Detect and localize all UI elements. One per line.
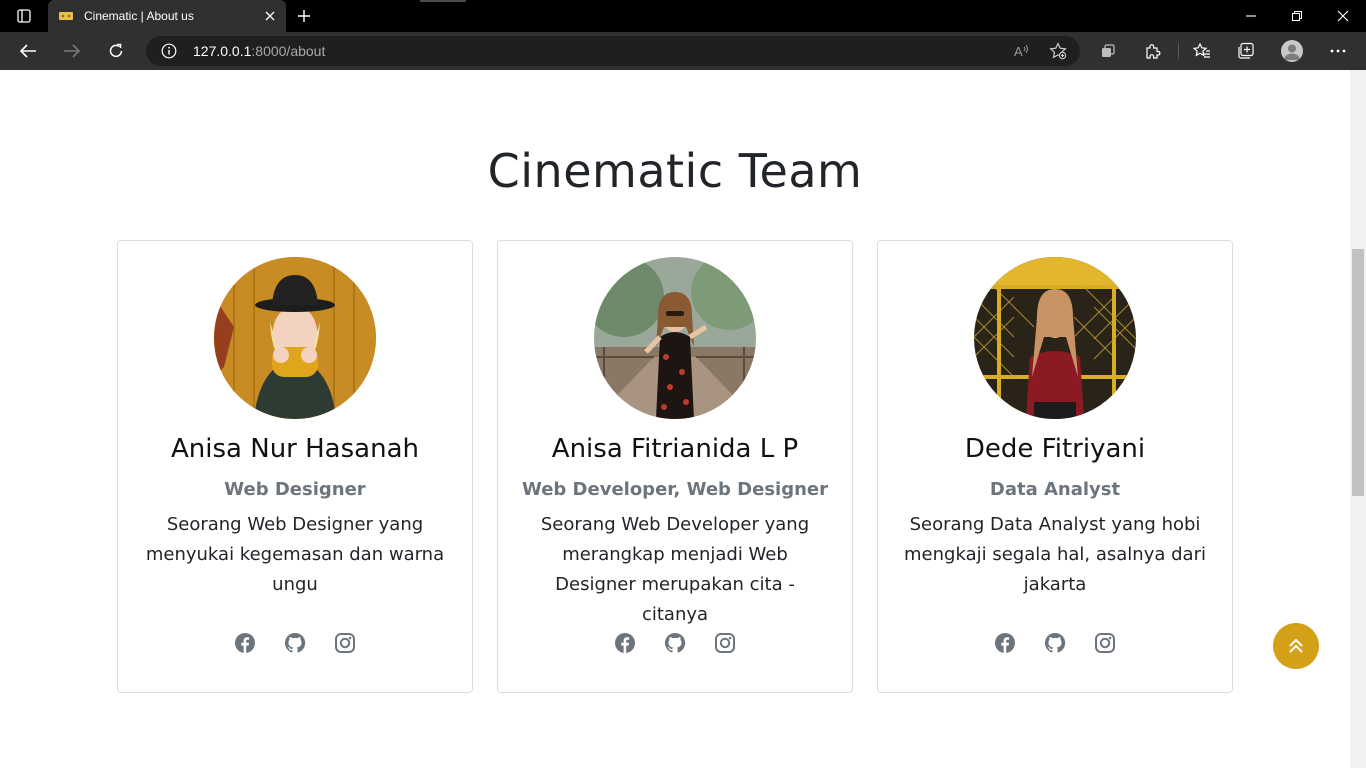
- team-card: Dede Fitriyani Data Analyst Seorang Data…: [877, 240, 1233, 693]
- github-icon[interactable]: [664, 632, 686, 654]
- team-member-role: Web Designer: [224, 479, 366, 500]
- address-bar[interactable]: 127.0.0.1:8000/about A: [146, 36, 1080, 66]
- favorite-star-icon[interactable]: [1048, 41, 1068, 61]
- facebook-icon[interactable]: [234, 632, 256, 654]
- add-collection-icon[interactable]: [1232, 37, 1260, 65]
- instagram-icon[interactable]: [714, 632, 736, 654]
- instagram-icon[interactable]: [1094, 632, 1116, 654]
- collections-icon[interactable]: [1094, 37, 1122, 65]
- facebook-icon[interactable]: [994, 632, 1016, 654]
- scrollbar-thumb[interactable]: [1352, 249, 1364, 496]
- browser-tab-bar: Cinematic | About us: [0, 0, 1366, 32]
- team-card: Anisa Nur Hasanah Web Designer Seorang W…: [117, 240, 473, 693]
- tab-title: Cinematic | About us: [84, 9, 194, 23]
- ticket-favicon-icon: [58, 8, 74, 24]
- team-member-description: Seorang Web Developer yang merangkap men…: [540, 514, 810, 625]
- team-member-role: Data Analyst: [989, 479, 1121, 500]
- minimize-icon[interactable]: [1236, 0, 1266, 32]
- instagram-icon[interactable]: [334, 632, 356, 654]
- scroll-to-top-button[interactable]: [1273, 623, 1319, 669]
- social-links: [498, 632, 852, 654]
- team-member-photo: [594, 257, 756, 419]
- team-member-description: Seorang Data Analyst yang hobi mengkaji …: [904, 514, 1206, 595]
- team-member-role: Web Developer, Web Designer: [521, 479, 829, 500]
- restore-icon[interactable]: [1282, 0, 1312, 32]
- back-icon[interactable]: [14, 37, 42, 65]
- team-member-name: Anisa Nur Hasanah: [171, 434, 419, 464]
- new-tab-icon[interactable]: [292, 4, 316, 28]
- github-icon[interactable]: [284, 632, 306, 654]
- social-links: [878, 632, 1232, 654]
- github-icon[interactable]: [1044, 632, 1066, 654]
- team-member-name: Dede Fitriyani: [964, 434, 1146, 464]
- tab-actions-icon[interactable]: [12, 0, 36, 32]
- profile-avatar-icon[interactable]: [1281, 40, 1303, 62]
- url-host: 127.0.0.1: [193, 43, 252, 59]
- close-window-icon[interactable]: [1328, 0, 1358, 32]
- page-viewport: Cinematic Team Anisa Nur Hasanah Web Des…: [0, 70, 1350, 768]
- facebook-icon[interactable]: [614, 632, 636, 654]
- team-member-name: Anisa Fitrianida L P: [551, 434, 799, 464]
- social-links: [118, 632, 472, 654]
- svg-text:A: A: [1014, 44, 1023, 59]
- url-path: :8000/about: [251, 43, 326, 59]
- toolbar-separator: [1178, 43, 1179, 59]
- refresh-icon[interactable]: [102, 37, 130, 65]
- forward-icon[interactable]: [58, 37, 86, 65]
- url-text[interactable]: 127.0.0.1:8000/about: [193, 43, 325, 59]
- more-menu-icon[interactable]: [1324, 37, 1352, 65]
- page-title: Cinematic Team: [487, 144, 863, 198]
- favorites-icon[interactable]: [1188, 37, 1216, 65]
- team-card: Anisa Fitrianida L P Web Developer, Web …: [497, 240, 853, 693]
- team-member-photo: [974, 257, 1136, 419]
- double-chevron-up-icon: [1289, 638, 1303, 653]
- browser-toolbar: 127.0.0.1:8000/about A: [0, 32, 1366, 70]
- site-info-icon[interactable]: [160, 42, 178, 60]
- team-member-photo: [214, 257, 376, 419]
- team-member-description: Seorang Web Designer yang menyukai kegem…: [145, 514, 445, 595]
- close-tab-icon[interactable]: [262, 8, 278, 24]
- window-drag-handle: [420, 0, 466, 2]
- extensions-icon[interactable]: [1139, 37, 1167, 65]
- browser-tab-active[interactable]: Cinematic | About us: [48, 0, 286, 32]
- read-aloud-icon[interactable]: A: [1012, 41, 1032, 61]
